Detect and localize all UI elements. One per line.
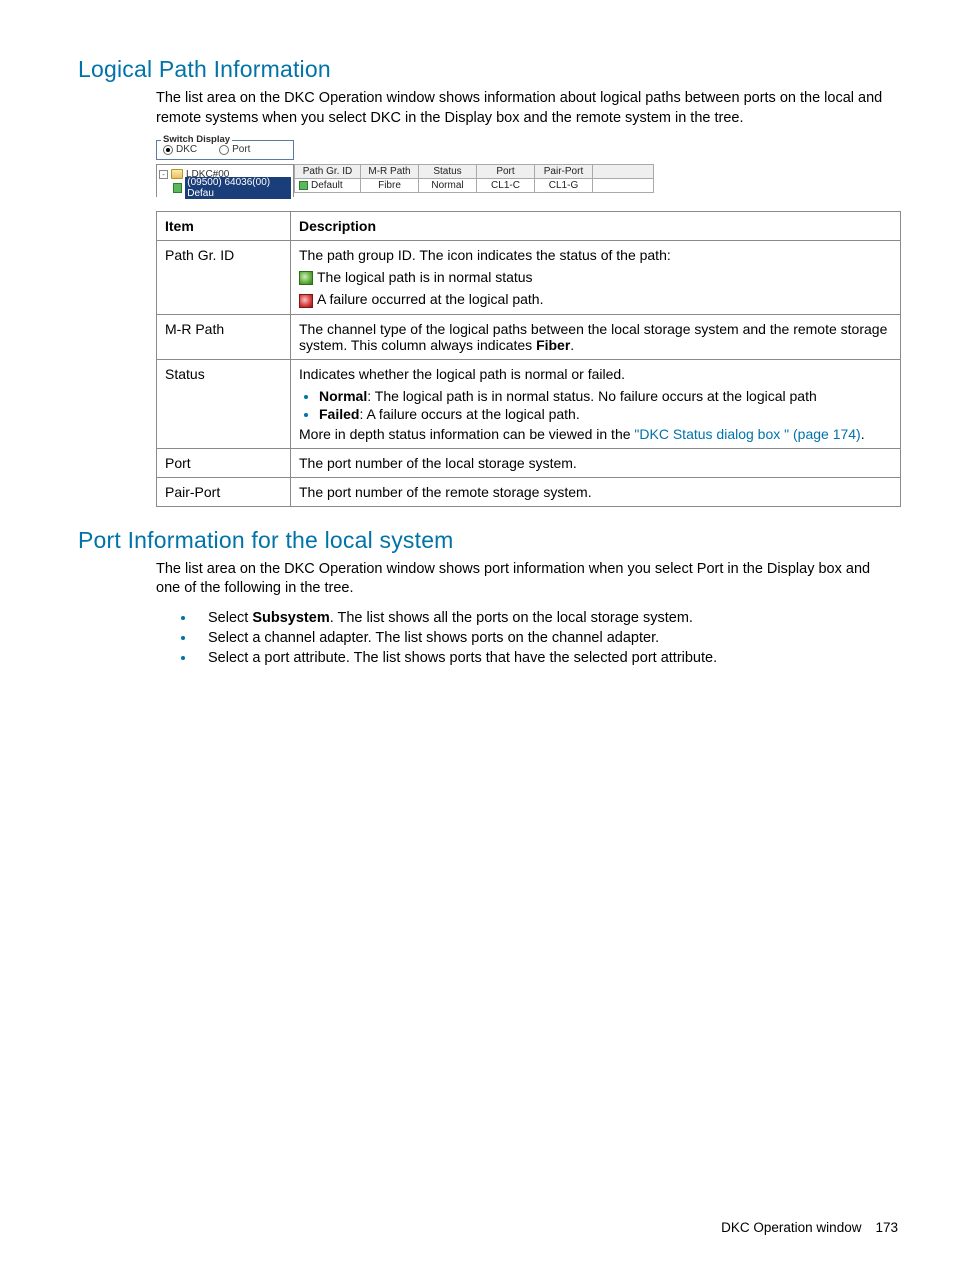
grid-cell-pathgr: Default [295, 179, 361, 193]
pathgr-line1: The path group ID. The icon indicates th… [299, 247, 892, 263]
section-heading-logical-path: Logical Path Information [78, 56, 898, 83]
grid-data-row[interactable]: Default Fibre Normal CL1-C CL1-G [295, 179, 654, 193]
grid-h-pathgr[interactable]: Path Gr. ID [295, 165, 361, 179]
table-row: Port The port number of the local storag… [157, 448, 901, 477]
switch-display-legend: Switch Display [161, 134, 232, 145]
tree-status-icon [173, 183, 182, 193]
radio-port[interactable]: Port [219, 144, 250, 155]
pathgr-line2: The logical path is in normal status [299, 269, 892, 285]
grid-h-pairport[interactable]: Pair-Port [535, 165, 593, 179]
radio-dkc[interactable]: DKC [163, 144, 197, 155]
status-b2-bold: Failed [319, 406, 359, 422]
row-status-icon [299, 181, 308, 190]
status-line2b: . [861, 426, 865, 442]
radio-dkc-label: DKC [176, 144, 197, 155]
table-row: Pair-Port The port number of the remote … [157, 477, 901, 506]
table-row: M-R Path The channel type of the logical… [157, 314, 901, 359]
desc-pathgr: The path group ID. The icon indicates th… [291, 241, 901, 315]
status-normal-icon [299, 271, 313, 285]
desc-mrpath: The channel type of the logical paths be… [291, 314, 901, 359]
grid-cell-pairport: CL1-G [535, 179, 593, 193]
folder-icon [171, 169, 183, 179]
pathgr-line3-text: A failure occurred at the logical path. [317, 291, 543, 307]
list-item: Normal: The logical path is in normal st… [319, 388, 892, 404]
item-mrpath: M-R Path [157, 314, 291, 359]
status-b1-bold: Normal [319, 388, 367, 404]
figure-dkc-operation: Switch Display DKC Port - [156, 140, 654, 197]
grid-h-status[interactable]: Status [419, 165, 477, 179]
list-item: Select a channel adapter. The list shows… [196, 629, 898, 646]
grid-cell-status: Normal [419, 179, 477, 193]
grid-cell-blank [593, 179, 654, 193]
desc-pairport: The port number of the remote storage sy… [291, 477, 901, 506]
page-number: 173 [875, 1220, 898, 1235]
mrpath-text-c: . [570, 337, 574, 353]
status-b1-text: : The logical path is in normal status. … [367, 388, 817, 404]
item-pathgr: Path Gr. ID [157, 241, 291, 315]
status-line2: More in depth status information can be … [299, 426, 892, 442]
grid-cell-pathgr-text: Default [311, 180, 343, 191]
th-item: Item [157, 212, 291, 241]
mrpath-text-a: The channel type of the logical paths be… [299, 321, 887, 353]
grid-panel: Path Gr. ID M-R Path Status Port Pair-Po… [294, 164, 654, 197]
port-info-list: Select Subsystem. The list shows all the… [156, 609, 898, 666]
grid-h-blank [593, 165, 654, 179]
grid-header-row: Path Gr. ID M-R Path Status Port Pair-Po… [295, 165, 654, 179]
grid-cell-mrpath: Fibre [361, 179, 419, 193]
dkc-status-link[interactable]: "DKC Status dialog box " (page 174) [634, 426, 860, 442]
grid-h-mrpath[interactable]: M-R Path [361, 165, 419, 179]
b1-b: Subsystem [252, 610, 329, 626]
th-description: Description [291, 212, 901, 241]
b1-a: Select [208, 610, 252, 626]
table-row: Status Indicates whether the logical pat… [157, 359, 901, 448]
section1-intro: The list area on the DKC Operation windo… [156, 89, 898, 128]
pathgr-line2-text: The logical path is in normal status [317, 269, 533, 285]
item-pairport: Pair-Port [157, 477, 291, 506]
radio-unselected-icon [219, 145, 229, 155]
status-bullet-list: Normal: The logical path is in normal st… [299, 388, 892, 422]
status-line2a: More in depth status information can be … [299, 426, 634, 442]
grid-cell-port: CL1-C [477, 179, 535, 193]
radio-selected-icon [163, 145, 173, 155]
switch-display-group: Switch Display DKC Port [156, 140, 294, 160]
page-footer: DKC Operation window 173 [721, 1220, 898, 1235]
pathgr-line3: A failure occurred at the logical path. [299, 291, 892, 307]
mrpath-text-b: Fiber [536, 337, 570, 353]
status-b2-text: : A failure occurs at the logical path. [359, 406, 579, 422]
status-line1: Indicates whether the logical path is no… [299, 366, 892, 382]
description-table: Item Description Path Gr. ID The path gr… [156, 211, 901, 507]
desc-status: Indicates whether the logical path is no… [291, 359, 901, 448]
desc-port: The port number of the local storage sys… [291, 448, 901, 477]
b1-c: . The list shows all the ports on the lo… [330, 610, 693, 626]
radio-port-label: Port [232, 144, 250, 155]
table-row: Path Gr. ID The path group ID. The icon … [157, 241, 901, 315]
list-item: Select a port attribute. The list shows … [196, 649, 898, 666]
tree-panel: - LDKC#00 (09500) 64036(00) Defau [156, 164, 294, 197]
tree-child-label: (09500) 64036(00) Defau [185, 177, 291, 199]
status-failed-icon [299, 294, 313, 308]
item-port: Port [157, 448, 291, 477]
table-header-row: Item Description [157, 212, 901, 241]
footer-label: DKC Operation window [721, 1220, 861, 1235]
tree-collapse-icon[interactable]: - [159, 170, 168, 179]
grid-h-port[interactable]: Port [477, 165, 535, 179]
item-status: Status [157, 359, 291, 448]
section2-intro: The list area on the DKC Operation windo… [156, 560, 898, 599]
list-item: Failed: A failure occurs at the logical … [319, 406, 892, 422]
section-heading-port-info: Port Information for the local system [78, 527, 898, 554]
list-item: Select Subsystem. The list shows all the… [196, 609, 898, 626]
tree-child-row[interactable]: (09500) 64036(00) Defau [159, 181, 291, 195]
